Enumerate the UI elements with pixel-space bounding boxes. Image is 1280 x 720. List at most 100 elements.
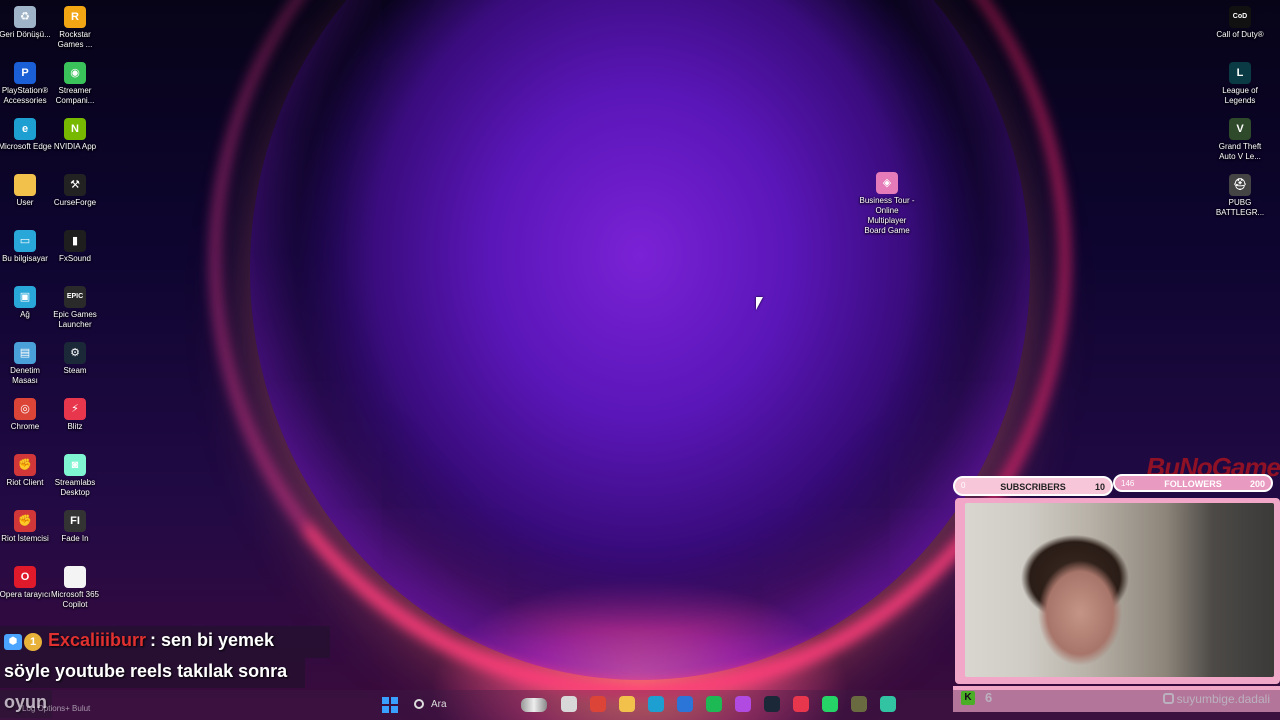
league-of-legends-icon: L	[1229, 62, 1251, 84]
chat-badge-icon: ⬢	[4, 634, 22, 650]
desktop-icon[interactable]: O Opera tarayıcı	[0, 566, 53, 600]
store-icon[interactable]	[677, 696, 693, 712]
chat-username: Excaliiiburr	[48, 630, 147, 650]
chrome-icon: ◎	[14, 398, 36, 420]
desktop-icon-label: NVIDIA App	[53, 142, 97, 151]
desktop-icon[interactable]: ◙ Streamlabs Desktop	[47, 454, 103, 498]
desktop-icon[interactable]: ⚡ Blitz	[47, 398, 103, 432]
gta-v-icon: V	[1229, 118, 1251, 140]
steam-taskbar-icon[interactable]	[764, 696, 780, 712]
desktop-icon[interactable]: R Rockstar Games ...	[47, 6, 103, 50]
subscribers-goal-bar: 0 SUBSCRIBERS 10	[953, 476, 1113, 496]
followers-goal-bar: 146 FOLLOWERS 200	[1113, 474, 1273, 492]
desktop-icon-label: Geri Dönüşü...	[0, 30, 51, 39]
desktop-icon-label: Bu bilgisayar	[2, 254, 48, 263]
desktop-icon-label: Riot İstemcisi	[1, 534, 49, 543]
desktop-icon[interactable]: CoD Call of Duty®	[1212, 6, 1268, 40]
desktop-icon[interactable]: ✊ Riot Client	[0, 454, 53, 488]
streamlabs-taskbar-icon[interactable]	[880, 696, 896, 712]
desktop-icon-label: Streamer Compani...	[55, 86, 95, 105]
desktop-icon-label: Ağ	[20, 310, 30, 319]
network-icon: ▣	[14, 286, 36, 308]
desktop-icon[interactable]: ▤ Denetim Masası	[0, 342, 53, 386]
whatsapp-icon[interactable]	[822, 696, 838, 712]
desktop-icon-label: Blitz	[67, 422, 83, 431]
business-tour-icon: ◈	[876, 172, 898, 194]
desktop-icon[interactable]: ♻ Geri Dönüşü...	[0, 6, 53, 40]
desktop-icon-label: PUBG BATTLEGR...	[1215, 198, 1265, 217]
edge-taskbar-icon[interactable]	[648, 696, 664, 712]
desktop-icon-label: Denetim Masası	[10, 366, 40, 385]
desktop-icon[interactable]: V Grand Theft Auto V Le...	[1212, 118, 1268, 162]
chat-message-continued: söyle youtube reels takılak sonra	[4, 661, 288, 681]
desktop-icon-label: Fade In	[61, 534, 89, 543]
riot-client-icon: ✊	[14, 454, 36, 476]
desktop-icon-label: Riot Client	[6, 478, 44, 487]
search-icon	[414, 699, 424, 709]
taskbar: Log Options+ Bulut Ara	[0, 690, 1280, 720]
webcam-frame	[955, 498, 1280, 684]
this-pc-icon: ▭	[14, 230, 36, 252]
chat-subscriber-badge-icon: 1	[24, 633, 42, 651]
epic-games-icon: EPIC	[64, 286, 86, 308]
desktop-icon[interactable]: Microsoft 365 Copilot	[47, 566, 103, 610]
desktop-icon[interactable]: ⚙ Steam	[47, 342, 103, 376]
curseforge-icon: ⚒	[64, 174, 86, 196]
desktop-icon[interactable]: ▭ Bu bilgisayar	[0, 230, 53, 264]
desktop-icon[interactable]: ⚒ CurseForge	[47, 174, 103, 208]
desktop-icon-label: Business Tour - Online Multiplayer Board…	[859, 196, 915, 235]
taskbar-search[interactable]: Ara	[408, 695, 548, 715]
search-highlight-icon	[521, 698, 547, 712]
desktop-icon-label: Call of Duty®	[1216, 30, 1264, 39]
nvidia-taskbar-icon[interactable]	[851, 696, 867, 712]
subscribers-label: SUBSCRIBERS	[1000, 482, 1066, 492]
desktop-icon[interactable]: ⛑ PUBG BATTLEGR...	[1212, 174, 1268, 218]
blitz-taskbar-icon[interactable]	[793, 696, 809, 712]
copilot-icon[interactable]	[735, 696, 751, 712]
desktop-icon[interactable]: e Microsoft Edge	[0, 118, 53, 152]
spotify-icon[interactable]	[706, 696, 722, 712]
search-placeholder: Ara	[431, 699, 447, 710]
desktop-icon[interactable]: N NVIDIA App	[47, 118, 103, 152]
windows-logo-pane	[382, 706, 389, 713]
desktop-icon[interactable]: FI Fade In	[47, 510, 103, 544]
desktop-icon[interactable]: ◉ Streamer Compani...	[47, 62, 103, 106]
steam-icon: ⚙	[64, 342, 86, 364]
desktop-icon-label: Streamlabs Desktop	[54, 478, 96, 497]
folder-icon	[14, 174, 36, 196]
taskview-icon[interactable]	[561, 696, 577, 712]
desktop-icon[interactable]: User	[0, 174, 53, 208]
riot-client-tr-icon: ✊	[14, 510, 36, 532]
desktop-icon[interactable]: EPIC Epic Games Launcher	[47, 286, 103, 330]
desktop-icon[interactable]: L League of Legends	[1212, 62, 1268, 106]
windows-logo-pane	[382, 697, 389, 704]
desktop-icon[interactable]: ◎ Chrome	[0, 398, 53, 432]
desktop-icon-label: User	[16, 198, 34, 207]
windows-logo-pane	[391, 697, 398, 704]
desktop-icon[interactable]: ▮ FxSound	[47, 230, 103, 264]
desktop-icon-label: Rockstar Games ...	[57, 30, 93, 49]
windows-logo-pane	[391, 706, 398, 713]
blitz-icon: ⚡	[64, 398, 86, 420]
desktop-icon-label: League of Legends	[1222, 86, 1258, 105]
desktop-icon-label: Grand Theft Auto V Le...	[1218, 142, 1262, 161]
fxsound-icon: ▮	[64, 230, 86, 252]
start-button[interactable]	[382, 697, 398, 713]
desktop-icon[interactable]: P PlayStation® Accessories	[0, 62, 53, 106]
desktop-icon-label: Microsoft 365 Copilot	[50, 590, 100, 609]
taskbar-hint-text: Log Options+ Bulut	[22, 704, 91, 713]
webcam-video	[965, 503, 1274, 677]
desktop-icon[interactable]: ✊ Riot İstemcisi	[0, 510, 53, 544]
playstation-accessories-icon: P	[14, 62, 36, 84]
opera-icon: O	[14, 566, 36, 588]
chrome-taskbar-icon[interactable]	[590, 696, 606, 712]
chat-line: ⬢ 1 Excaliiiburr : sen bi yemek	[0, 626, 330, 658]
followers-label: FOLLOWERS	[1164, 479, 1222, 489]
file-explorer-icon[interactable]	[619, 696, 635, 712]
recycle-bin-icon: ♻	[14, 6, 36, 28]
desktop-icon-label: Steam	[63, 366, 87, 375]
desktop-icon[interactable]: ▣ Ağ	[0, 286, 53, 320]
desktop-icon-business-tour[interactable]: ◈ Business Tour - Online Multiplayer Boa…	[858, 172, 916, 236]
chat-message: : sen bi yemek	[150, 630, 275, 650]
document-icon	[64, 566, 86, 588]
